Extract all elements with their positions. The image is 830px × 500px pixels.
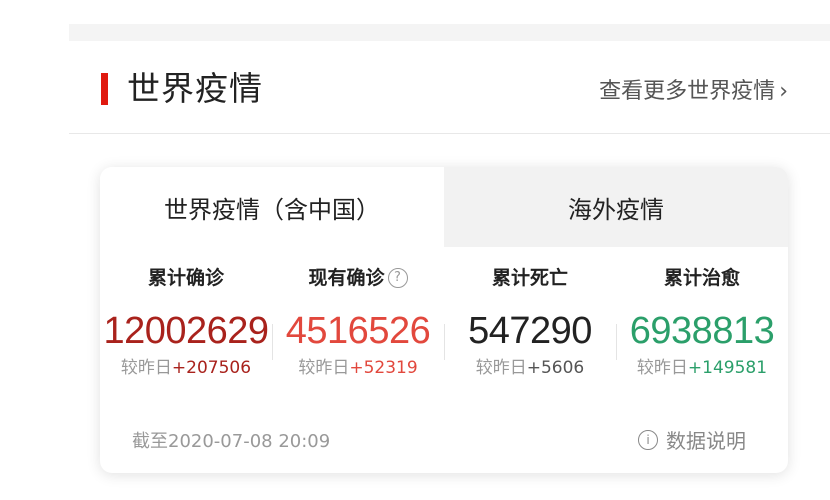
stat-delta: 较昨日+52319	[272, 355, 444, 381]
stat-value: 4516526	[285, 310, 431, 352]
data-cutoff-timestamp: 截至2020-07-08 20:09	[132, 431, 331, 452]
stat-delta: 较昨日+207506	[100, 355, 272, 381]
stat-delta: 较昨日+5606	[444, 355, 616, 381]
stat-current-confirmed: 现有确诊 ? 4516526 较昨日+52319	[272, 263, 444, 381]
data-note-label: 数据说明	[666, 429, 746, 453]
view-more-label: 查看更多世界疫情	[599, 79, 776, 104]
previous-card-edge	[69, 0, 830, 24]
section-header: 世界疫情 查看更多世界疫情 ›	[69, 41, 830, 134]
stat-cumulative-deaths: 累计死亡 547290 较昨日+5606	[444, 263, 616, 381]
stat-delta: 较昨日+149581	[616, 355, 788, 381]
stat-label: 累计死亡	[491, 267, 568, 289]
delta-prefix: 较昨日	[120, 358, 172, 378]
delta-value: +149581	[687, 358, 768, 378]
stat-label: 累计治愈	[663, 267, 740, 289]
stat-value: 12002629	[103, 310, 269, 352]
tab-bar: 世界疫情（含中国） 海外疫情	[100, 167, 788, 247]
section-title: 世界疫情	[127, 69, 263, 108]
tab-world-incl-china[interactable]: 世界疫情（含中国）	[100, 167, 444, 247]
stat-label-text: 现有确诊	[308, 267, 385, 289]
view-more-link[interactable]: 查看更多世界疫情 ›	[599, 77, 788, 107]
delta-prefix: 较昨日	[636, 358, 688, 378]
stat-label: 现有确诊 ?	[272, 263, 444, 293]
delta-value: +52319	[349, 358, 418, 378]
stat-cumulative-confirmed: 累计确诊 12002629 较昨日+207506	[100, 263, 272, 381]
question-icon[interactable]: ?	[387, 268, 408, 288]
data-note-link[interactable]: i 数据说明	[638, 425, 746, 454]
tab-overseas[interactable]: 海外疫情	[444, 167, 788, 247]
chevron-right-icon: ›	[779, 79, 788, 104]
delta-prefix: 较昨日	[298, 358, 350, 378]
stat-value: 547290	[468, 310, 592, 352]
stat-value: 6938813	[629, 310, 775, 352]
title-accent-bar	[101, 73, 108, 105]
stat-cumulative-recovered: 累计治愈 6938813 较昨日+149581	[616, 263, 788, 381]
section-separator	[69, 24, 830, 41]
delta-value: +5606	[526, 358, 585, 378]
delta-prefix: 较昨日	[475, 358, 527, 378]
delta-value: +207506	[171, 358, 252, 378]
info-icon: i	[638, 429, 658, 450]
stats-card: 世界疫情（含中国） 海外疫情 累计确诊 12002629 较昨日+207506 …	[100, 167, 788, 473]
stat-label: 累计确诊	[147, 267, 224, 289]
